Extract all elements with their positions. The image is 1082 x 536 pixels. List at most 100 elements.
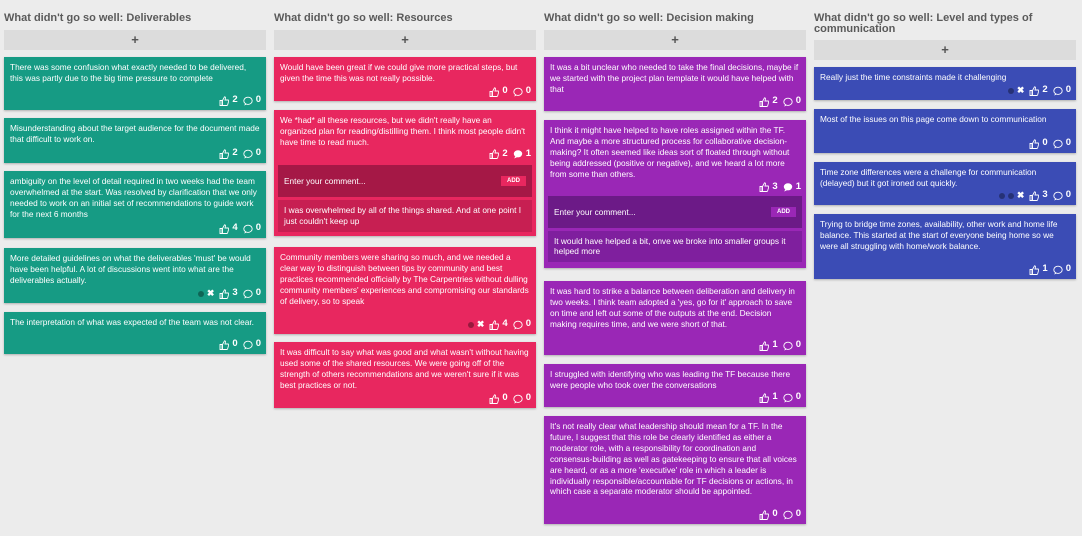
vote-count: 3: [772, 181, 778, 192]
speech-bubble-icon[interactable]: [243, 289, 253, 299]
column-decision-making: What didn't go so well: Decision making …: [544, 0, 806, 50]
column-title: What didn't go so well: Deliverables: [4, 12, 192, 24]
thumbs-up-icon[interactable]: [759, 509, 770, 520]
add-comment-button[interactable]: ADD: [771, 206, 796, 217]
close-icon[interactable]: ✖: [207, 288, 215, 299]
speech-bubble-icon[interactable]: [243, 149, 253, 159]
thumbs-up-icon[interactable]: [759, 96, 770, 107]
dot-handle-icon[interactable]: [1007, 87, 1014, 94]
card[interactable]: The interpretation of what was expected …: [4, 312, 266, 354]
card-text: ambiguity on the level of detail require…: [10, 176, 257, 219]
card[interactable]: It was a bit unclear who needed to take …: [544, 57, 806, 111]
add-comment-button[interactable]: ADD: [501, 175, 526, 186]
close-icon[interactable]: ✖: [1017, 190, 1025, 201]
comment-count: 0: [255, 222, 261, 234]
speech-bubble-icon[interactable]: [513, 149, 523, 159]
thumbs-up-icon[interactable]: [489, 149, 500, 160]
card[interactable]: I think it might have helped to have rol…: [544, 120, 806, 268]
comment-count: 0: [525, 85, 531, 97]
card-footer: 2 0: [219, 94, 261, 106]
comment-input[interactable]: [554, 206, 724, 217]
vote-count: 4: [232, 222, 238, 234]
dot-handle-icon[interactable]: [467, 321, 474, 328]
card-footer: 2 0: [219, 147, 261, 159]
speech-bubble-icon[interactable]: [513, 394, 523, 404]
card[interactable]: Really just the time constraints made it…: [814, 67, 1076, 100]
add-card-button[interactable]: +: [274, 30, 536, 50]
column-title: What didn't go so well: Level and types …: [814, 12, 1033, 35]
speech-bubble-icon[interactable]: [1053, 139, 1063, 149]
dot-handle-icon[interactable]: [197, 290, 204, 297]
thumbs-up-icon[interactable]: [759, 392, 770, 403]
vote-count: 2: [232, 147, 238, 159]
card[interactable]: Misunderstanding about the target audien…: [4, 118, 266, 163]
speech-bubble-icon[interactable]: [1053, 86, 1063, 96]
thumbs-up-icon[interactable]: [219, 339, 230, 350]
speech-bubble-icon[interactable]: [243, 96, 253, 106]
card[interactable]: Time zone differences were a challenge f…: [814, 162, 1076, 205]
card-footer: 0 0: [219, 338, 261, 350]
close-icon[interactable]: ✖: [477, 319, 485, 330]
card[interactable]: More detailed guidelines on what the del…: [4, 248, 266, 303]
column-title: What didn't go so well: Resources: [274, 12, 453, 24]
card[interactable]: Trying to bridge time zones, availabilit…: [814, 214, 1076, 279]
thumbs-up-icon[interactable]: [759, 182, 770, 193]
thumbs-up-icon[interactable]: [219, 223, 230, 234]
comment-count: 0: [795, 391, 801, 403]
comment-box: ADD: [278, 164, 532, 197]
card-text: It was difficult to say what was good an…: [280, 347, 529, 390]
thumbs-up-icon[interactable]: [1029, 190, 1040, 201]
speech-bubble-icon[interactable]: [783, 510, 793, 520]
vote-count: 1: [772, 391, 778, 403]
speech-bubble-icon[interactable]: [513, 87, 523, 97]
card[interactable]: It was hard to strike a balance between …: [544, 281, 806, 355]
speech-bubble-icon[interactable]: [513, 320, 523, 330]
comment-count: 1: [525, 148, 531, 159]
card-footer: 0 0: [759, 508, 801, 520]
dot-handle-icon[interactable]: [1007, 192, 1014, 199]
vote-count: 0: [232, 338, 238, 350]
thumbs-up-icon[interactable]: [1029, 264, 1040, 275]
close-icon[interactable]: ✖: [1017, 85, 1025, 96]
card[interactable]: Community members were sharing so much, …: [274, 247, 536, 334]
thumbs-up-icon[interactable]: [1029, 138, 1040, 149]
speech-bubble-icon[interactable]: [783, 182, 793, 192]
card[interactable]: ambiguity on the level of detail require…: [4, 171, 266, 238]
thumbs-up-icon[interactable]: [489, 86, 500, 97]
dot-handle-icon[interactable]: [998, 192, 1005, 199]
card[interactable]: Would have been great if we could give m…: [274, 57, 536, 101]
add-card-button[interactable]: +: [814, 40, 1076, 60]
card-text: It's not really clear what leadership sh…: [550, 421, 797, 497]
speech-bubble-icon[interactable]: [783, 341, 793, 351]
card-text: The interpretation of what was expected …: [10, 317, 254, 327]
add-card-button[interactable]: +: [544, 30, 806, 50]
card[interactable]: It was difficult to say what was good an…: [274, 342, 536, 408]
speech-bubble-icon[interactable]: [783, 393, 793, 403]
thumbs-up-icon[interactable]: [759, 340, 770, 351]
card[interactable]: Most of the issues on this page come dow…: [814, 109, 1076, 153]
thumbs-up-icon[interactable]: [489, 393, 500, 404]
card[interactable]: I struggled with identifying who was lea…: [544, 364, 806, 407]
speech-bubble-icon[interactable]: [1053, 191, 1063, 201]
thumbs-up-icon[interactable]: [219, 148, 230, 159]
card[interactable]: We *had* all these resources, but we did…: [274, 110, 536, 236]
speech-bubble-icon[interactable]: [1053, 265, 1063, 275]
thumbs-up-icon[interactable]: [1029, 85, 1040, 96]
speech-bubble-icon[interactable]: [243, 224, 253, 234]
comment-count: 0: [795, 95, 801, 107]
vote-count: 2: [232, 94, 238, 106]
add-card-button[interactable]: +: [4, 30, 266, 50]
vote-count: 0: [502, 392, 508, 404]
speech-bubble-icon[interactable]: [243, 340, 253, 350]
thumbs-up-icon[interactable]: [219, 288, 230, 299]
card[interactable]: It's not really clear what leadership sh…: [544, 416, 806, 524]
column-title: What didn't go so well: Decision making: [544, 12, 754, 24]
thumbs-up-icon[interactable]: [489, 319, 500, 330]
speech-bubble-icon[interactable]: [783, 97, 793, 107]
card[interactable]: There was some confusion what exactly ne…: [4, 57, 266, 110]
comment-count: 0: [255, 147, 261, 159]
comment-input[interactable]: [284, 175, 454, 186]
comment-count: 1: [795, 181, 801, 192]
thumbs-up-icon[interactable]: [219, 95, 230, 106]
comment-count: 0: [255, 338, 261, 350]
